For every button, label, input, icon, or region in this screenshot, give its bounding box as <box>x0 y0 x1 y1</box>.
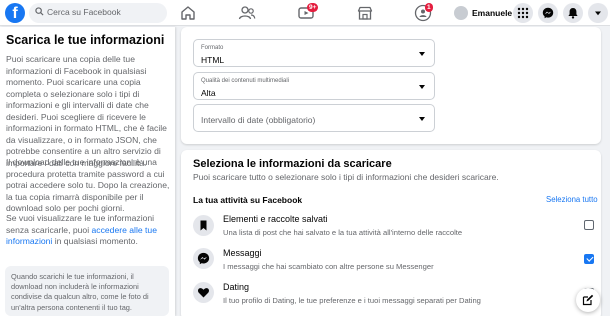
search-icon <box>35 7 44 16</box>
marketplace-icon[interactable] <box>356 5 374 21</box>
menu-grid-icon <box>517 7 529 19</box>
format-select[interactable]: Formato HTML <box>193 39 435 67</box>
search-input[interactable]: Cerca su Facebook <box>47 7 121 17</box>
checkbox-saved[interactable] <box>584 220 594 230</box>
item-title-messages: Messaggi <box>223 248 262 258</box>
intro-paragraph: Puoi scaricare una copia delle tue infor… <box>6 54 167 168</box>
messenger-button[interactable] <box>538 3 558 23</box>
dating-heart-icon <box>198 288 209 298</box>
notifications-icon <box>568 8 578 19</box>
new-message-button[interactable] <box>576 288 600 312</box>
menu-button[interactable] <box>513 3 533 23</box>
facebook-logo[interactable]: f <box>5 3 25 23</box>
download-note-text: Quando scarichi le tue informazioni, il … <box>11 272 149 312</box>
item-desc-messages: I messaggi che hai scambiato con altre p… <box>223 262 434 271</box>
chevron-down-icon <box>419 85 425 89</box>
item-desc-dating: Il tuo profilo di Dating, le tue prefere… <box>223 296 481 305</box>
top-navigation-bar: f Cerca su Facebook 9+ 1 Emanuele <box>0 0 610 26</box>
section-title: Seleziona le informazioni da scaricare <box>193 158 392 170</box>
section-subtitle: Puoi scaricare tutto o selezionare solo … <box>193 172 499 182</box>
format-value: HTML <box>201 55 225 65</box>
format-label: Formato <box>201 45 224 51</box>
download-note-box: Quando scarichi le tue informazioni, il … <box>5 266 169 316</box>
messenger-icon <box>542 7 554 19</box>
messages-icon-badge <box>193 248 214 269</box>
groups-badge: 1 <box>425 3 433 12</box>
compose-icon <box>582 294 594 306</box>
media-quality-value: Alta <box>201 88 216 98</box>
activity-group-title: La tua attività su Facebook <box>193 195 303 205</box>
account-caret-icon <box>595 11 601 16</box>
home-icon[interactable] <box>179 5 197 21</box>
messenger-icon <box>197 252 210 265</box>
search-box[interactable]: Cerca su Facebook <box>29 3 167 23</box>
chevron-down-icon <box>419 52 425 56</box>
page-title: Scarica le tue informazioni <box>6 33 165 47</box>
item-desc-saved: Una lista di post che hai salvato e la t… <box>223 228 463 237</box>
item-title-saved: Elementi e raccolte salvati <box>223 214 328 224</box>
left-info-panel: Scarica le tue informazioni Puoi scarica… <box>0 27 175 316</box>
view-info-paragraph: Se vuoi visualizzare le tue informazioni… <box>6 213 157 246</box>
chevron-down-icon <box>419 117 425 121</box>
security-paragraph: Il download delle tue informazioni è una… <box>6 157 170 213</box>
notifications-button[interactable] <box>563 3 583 23</box>
date-range-placeholder: Intervallo di date (obbligatorio) <box>201 115 316 125</box>
checkbox-messages[interactable] <box>584 254 594 264</box>
video-badge: 9+ <box>307 3 319 12</box>
friends-icon[interactable] <box>238 5 256 21</box>
profile-name: Emanuele <box>472 8 513 18</box>
account-button[interactable] <box>588 3 608 23</box>
media-quality-label: Qualità dei contenuti multimediali <box>201 78 290 84</box>
saved-items-icon-badge <box>193 215 214 236</box>
dating-icon-badge <box>193 282 214 303</box>
avatar <box>454 6 468 20</box>
bookmark-icon <box>200 220 207 231</box>
select-all-link[interactable]: Seleziona tutto <box>546 195 598 204</box>
media-quality-select[interactable]: Qualità dei contenuti multimediali Alta <box>193 72 435 100</box>
item-title-dating: Dating <box>223 282 250 292</box>
date-range-select[interactable]: Intervallo di date (obbligatorio) <box>193 104 435 132</box>
